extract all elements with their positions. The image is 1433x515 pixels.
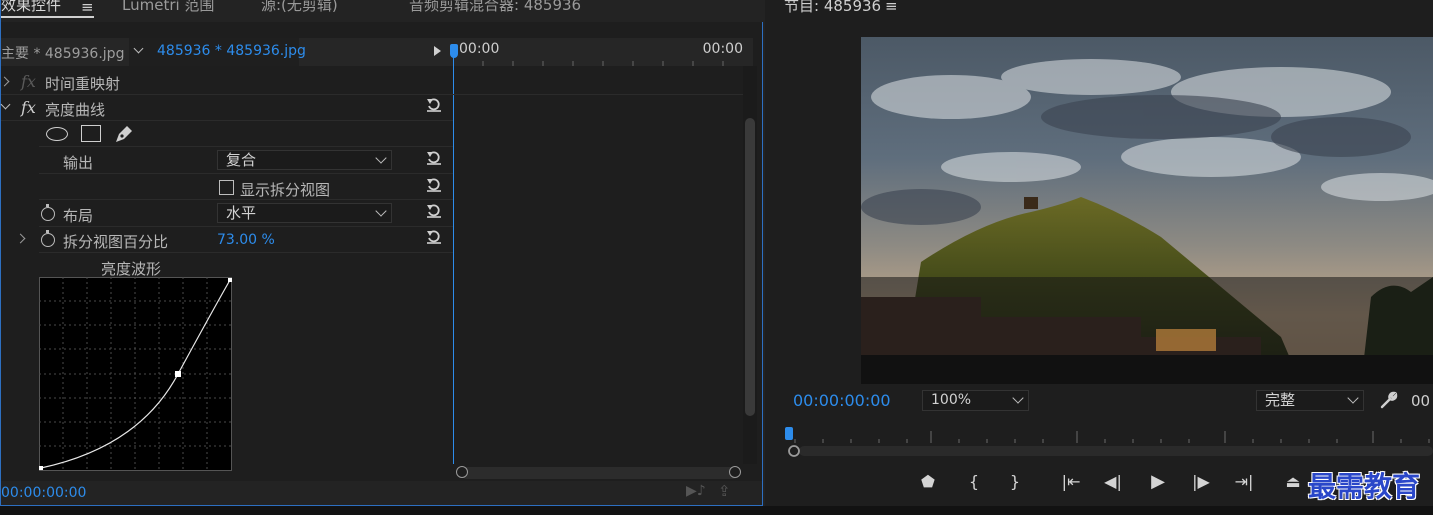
chevron-down-icon xyxy=(1012,392,1024,404)
sequence-clip-tab[interactable]: 485936 * 485936.jpg xyxy=(129,38,306,66)
pagoda xyxy=(1024,197,1038,209)
show-split-label: 显示拆分视图 xyxy=(240,181,331,199)
chevron-down-icon xyxy=(375,152,387,164)
layout-dropdown[interactable]: 水平 xyxy=(217,203,392,223)
mark-out-icon[interactable]: } xyxy=(1005,472,1025,491)
horizontal-zoom-bar[interactable] xyxy=(461,467,739,479)
expand-split-percent-icon[interactable] xyxy=(15,233,26,244)
program-timecode[interactable]: 00:00:00:00 xyxy=(793,391,891,410)
ruler-start-time: 00:00 xyxy=(459,41,500,57)
window-bottom-strip xyxy=(0,506,1433,515)
curve-start-point[interactable] xyxy=(39,466,43,470)
play-icon[interactable]: ▶ xyxy=(1147,471,1169,492)
zoom-value: 100% xyxy=(931,392,972,408)
show-split-checkbox[interactable] xyxy=(219,180,234,195)
program-title[interactable]: 节目: 485936 xyxy=(784,0,881,16)
hamburger-icon[interactable]: ≡ xyxy=(81,0,94,16)
step-back-icon[interactable]: ◀| xyxy=(1102,472,1124,491)
video-preview[interactable] xyxy=(861,37,1433,384)
scrub-zoom-handle[interactable] xyxy=(788,445,800,457)
reset-icon[interactable] xyxy=(426,229,442,245)
curve-title: 亮度波形 xyxy=(101,260,162,278)
zoom-handle-right[interactable] xyxy=(729,466,741,478)
effects-footer: 00:00:00:00 ▶♪ ⇪ xyxy=(1,481,762,505)
luma-curve-graph[interactable] xyxy=(39,277,232,471)
stopwatch-icon[interactable] xyxy=(41,204,55,221)
timeline-ruler[interactable]: 00:00 00:00 xyxy=(453,38,753,66)
export-frame-icon[interactable]: ⇪ xyxy=(718,482,731,500)
pen-mask-icon[interactable] xyxy=(113,124,135,144)
curve-end-point[interactable] xyxy=(228,278,232,282)
stopwatch-icon[interactable] xyxy=(41,230,55,247)
output-value: 复合 xyxy=(226,151,257,169)
go-to-in-icon[interactable]: |⇤ xyxy=(1059,472,1083,491)
lift-icon[interactable]: ⏏ xyxy=(1283,472,1303,491)
effect-name-time-remap: 时间重映射 xyxy=(45,75,121,93)
ellipse-mask-icon[interactable] xyxy=(46,127,68,141)
play-triangle-icon[interactable] xyxy=(434,46,441,56)
fx-toggle-icon[interactable]: fx xyxy=(21,72,36,91)
mark-in-icon[interactable]: { xyxy=(964,472,984,491)
chevron-down-icon xyxy=(1347,392,1359,404)
collapse-luma-curve-icon[interactable] xyxy=(0,99,11,110)
quality-value: 完整 xyxy=(1265,391,1296,409)
panel-tab-bar: 效果控件 ≡ Lumetri 范围 源:(无剪辑) 音频剪辑混合器: 48593… xyxy=(1,0,764,22)
sequence-clip-label: 485936 * 485936.jpg xyxy=(157,43,306,59)
rectangle-mask-icon[interactable] xyxy=(81,125,101,142)
effect-name-luma-curve: 亮度曲线 xyxy=(45,101,106,119)
scrollbar-thumb[interactable] xyxy=(745,118,755,416)
ruler-end-time: 00:00 xyxy=(702,41,743,57)
active-tab-indicator xyxy=(1,16,94,18)
watermark: 最需教育 xyxy=(1308,470,1421,503)
reset-icon[interactable] xyxy=(426,177,442,193)
split-percent-value[interactable]: 73.00 % xyxy=(217,232,275,248)
effect-controls-panel: 效果控件 ≡ Lumetri 范围 源:(无剪辑) 音频剪辑混合器: 48593… xyxy=(0,0,764,506)
step-forward-icon[interactable]: |▶ xyxy=(1190,472,1212,491)
vertical-scrollbar[interactable] xyxy=(743,66,757,464)
playhead-handle[interactable] xyxy=(450,44,458,58)
audio-scrub-icon[interactable]: ▶♪ xyxy=(686,483,706,499)
fx-toggle-icon[interactable]: fx xyxy=(21,98,36,117)
effects-timecode[interactable]: 00:00:00:00 xyxy=(1,485,86,501)
tab-audio-clip-mixer[interactable]: 音频剪辑混合器: 485936 xyxy=(409,0,581,15)
layout-value: 水平 xyxy=(226,204,257,222)
go-to-out-icon[interactable]: ⇥| xyxy=(1232,472,1256,491)
hamburger-icon[interactable]: ≡ xyxy=(885,0,898,15)
output-dropdown[interactable]: 复合 xyxy=(217,150,392,170)
add-marker-icon[interactable]: ⬟ xyxy=(918,472,938,491)
clip-header: 主要 * 485936.jpg 485936 * 485936.jpg xyxy=(1,38,453,66)
chevron-down-icon xyxy=(133,43,144,54)
quality-dropdown[interactable]: 完整 xyxy=(1256,390,1364,411)
program-scrubber[interactable] xyxy=(785,425,1433,465)
tab-source[interactable]: 源:(无剪辑) xyxy=(261,0,338,15)
output-label: 输出 xyxy=(63,154,94,172)
program-monitor-panel: 节目: 485936 ≡ 00:00:00:00 100% 完整 00 ⬟ {… xyxy=(765,0,1433,506)
zoom-dropdown[interactable]: 100% xyxy=(922,390,1029,411)
program-playhead[interactable] xyxy=(785,427,793,440)
curve-control-point[interactable] xyxy=(175,371,181,377)
reset-icon[interactable] xyxy=(426,97,442,113)
playhead-line[interactable] xyxy=(453,46,454,464)
chevron-down-icon xyxy=(375,205,387,217)
reset-icon[interactable] xyxy=(426,150,442,166)
tab-lumetri-scopes[interactable]: Lumetri 范围 xyxy=(122,0,214,15)
ruler-ticks xyxy=(482,61,724,66)
reset-icon[interactable] xyxy=(426,203,442,219)
layout-label: 布局 xyxy=(63,207,94,225)
wrench-icon[interactable] xyxy=(1379,390,1399,410)
tab-effect-controls[interactable]: 效果控件 xyxy=(1,0,61,15)
master-clip-label[interactable]: 主要 * 485936.jpg xyxy=(1,43,124,63)
zoom-handle-left[interactable] xyxy=(456,466,468,478)
program-end-timecode: 00 xyxy=(1411,392,1431,410)
split-percent-label: 拆分视图百分比 xyxy=(63,233,169,251)
expand-time-remap-icon[interactable] xyxy=(0,76,10,87)
